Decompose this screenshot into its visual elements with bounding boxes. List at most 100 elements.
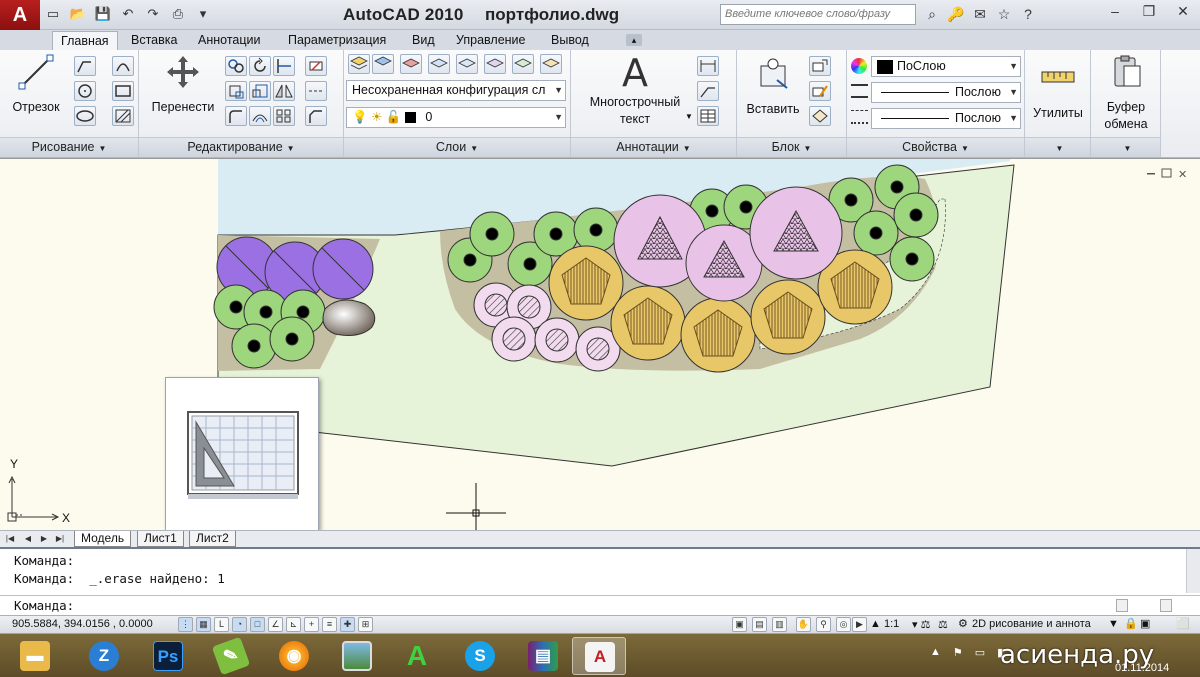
taskbar-firefox[interactable]: ◉	[267, 637, 321, 675]
grid-toggle-icon[interactable]: ▦	[196, 617, 211, 632]
move-button[interactable]: Перенести	[143, 54, 223, 116]
lineweight-combo[interactable]: Послою ▼	[871, 108, 1021, 129]
tab-model[interactable]: Модель	[74, 531, 132, 547]
layer-match-icon[interactable]	[400, 54, 422, 74]
utilities-panel-title[interactable]: ▼	[1025, 137, 1090, 157]
lineweight-icon[interactable]	[851, 110, 868, 124]
taskbar-explorer[interactable]: ▬	[8, 637, 62, 675]
workspace-dropdown-icon[interactable]: ▼	[1108, 618, 1119, 630]
dimension-icon[interactable]	[697, 56, 719, 76]
layer-state-icon[interactable]	[372, 54, 394, 74]
binoculars-icon[interactable]: ⌕	[922, 4, 942, 24]
application-menu-button[interactable]: A	[0, 0, 40, 30]
clean-screen-icon[interactable]: ⬜	[1176, 617, 1190, 630]
drawing-area[interactable]: ✕ Y X	[0, 158, 1200, 531]
tab-insert[interactable]: Вставка	[123, 31, 185, 50]
ducs-toggle-icon[interactable]: ⊾	[286, 617, 301, 632]
ellipse-icon[interactable]	[74, 106, 96, 126]
new-file-icon[interactable]: ▭	[42, 4, 64, 24]
circle-icon[interactable]	[74, 81, 96, 101]
tab-layout1[interactable]: Лист1	[137, 531, 184, 547]
annotation-panel-title[interactable]: Аннотации ▼	[571, 137, 736, 157]
command-hscroll-left[interactable]	[1116, 599, 1128, 612]
open-file-icon[interactable]: 📂	[67, 4, 89, 24]
mtext-button[interactable]: A Многострочный текст	[575, 52, 695, 128]
command-scrollbar[interactable]	[1186, 549, 1200, 593]
subscription-icon[interactable]: 🔑	[946, 4, 966, 24]
polar-toggle-icon[interactable]: ◔	[232, 617, 247, 632]
last-layout-icon[interactable]: ▶|	[54, 533, 66, 545]
pan-icon[interactable]: ✋	[796, 617, 811, 632]
layer-previous-icon[interactable]	[428, 54, 450, 74]
maximize-icon[interactable]: ❐	[1132, 0, 1166, 22]
tray-display-icon[interactable]: ▭	[975, 646, 985, 659]
ribbon-minimize-icon[interactable]: ▴	[626, 34, 642, 46]
taskbar-winrar[interactable]: ▤	[516, 637, 570, 675]
copy-icon[interactable]	[225, 56, 247, 76]
insert-block-button[interactable]: Вставить	[739, 56, 807, 118]
plot-icon[interactable]: ⎙	[167, 4, 189, 24]
command-window[interactable]: Команда: Команда: _.erase найдено: 1 Ком…	[0, 547, 1200, 616]
ortho-toggle-icon[interactable]: L	[214, 617, 229, 632]
hatch-icon[interactable]	[112, 106, 134, 126]
layer-off-icon[interactable]	[512, 54, 534, 74]
tab-output[interactable]: Вывод	[543, 31, 597, 50]
showmotion-icon[interactable]: ▶	[852, 617, 867, 632]
line-button[interactable]: Отрезок	[4, 54, 68, 116]
search-input[interactable]: Введите ключевое слово/фразу	[720, 4, 916, 25]
command-input[interactable]: Команда:	[0, 595, 1200, 616]
workspace-gear-icon[interactable]: ⚙	[958, 617, 968, 630]
create-block-icon[interactable]	[809, 56, 831, 76]
annotation-scale[interactable]: 1:1	[884, 618, 899, 630]
coordinates-readout[interactable]: 905.5884, 394.0156 , 0.0000	[12, 618, 153, 630]
layer-properties-icon[interactable]	[348, 54, 370, 74]
tab-home[interactable]: Главная	[52, 31, 118, 50]
erase-icon[interactable]	[305, 56, 327, 76]
qat-dropdown-icon[interactable]: ▾	[192, 4, 214, 24]
qp-toggle-icon[interactable]: ✚	[340, 617, 355, 632]
layer-lock-icon[interactable]	[540, 54, 562, 74]
chamfer-icon[interactable]	[305, 106, 327, 126]
clipboard-panel-title[interactable]: ▼	[1091, 137, 1160, 157]
tab-view[interactable]: Вид	[404, 31, 443, 50]
color-wheel-icon[interactable]	[851, 58, 867, 74]
annotation-scale-icon[interactable]: ▲	[870, 618, 881, 630]
block-panel-title[interactable]: Блок ▼	[737, 137, 846, 157]
tab-annotate[interactable]: Аннотации	[190, 31, 268, 50]
taskbar-autocad[interactable]: A	[572, 637, 626, 675]
layer-state-combo[interactable]: Несохраненная конфигурация сл ▼	[346, 80, 566, 101]
linetype-combo[interactable]: Послою ▼	[871, 82, 1021, 103]
draw-panel-title[interactable]: Рисование ▼	[0, 137, 138, 157]
offset-icon[interactable]	[249, 106, 271, 126]
edit-block-icon[interactable]	[809, 81, 831, 101]
linetype-icon[interactable]	[851, 84, 868, 98]
vp-close-icon[interactable]: ✕	[1178, 169, 1187, 181]
vp-minimize-icon[interactable]	[1147, 173, 1155, 175]
minimize-icon[interactable]: –	[1098, 0, 1132, 22]
hardware-accel-icon[interactable]: ▣	[1140, 617, 1150, 630]
tab-parametric[interactable]: Параметризация	[280, 31, 394, 50]
vp-restore-icon[interactable]	[1161, 168, 1172, 178]
layer-freeze-icon[interactable]	[484, 54, 506, 74]
color-combo[interactable]: ПоСлою ▼	[871, 56, 1021, 77]
lock-icon[interactable]: 🔒	[1124, 617, 1138, 630]
taskbar-image-viewer[interactable]	[330, 637, 384, 675]
snap-toggle-icon[interactable]: ⋮	[178, 617, 193, 632]
tray-flag-icon[interactable]: ⚑	[953, 646, 963, 659]
table-icon[interactable]	[697, 106, 719, 126]
communication-icon[interactable]: ✉	[970, 4, 990, 24]
annotation-visibility-icon[interactable]: ▾ ⚖	[912, 618, 930, 631]
trim-icon[interactable]	[273, 56, 295, 76]
tab-layout2[interactable]: Лист2	[189, 531, 236, 547]
taskbar-notepad[interactable]: ✎	[204, 636, 258, 676]
stretch-icon[interactable]	[225, 81, 247, 101]
layers-panel-title[interactable]: Слои ▼	[344, 137, 570, 157]
redo-icon[interactable]: ↷	[142, 4, 164, 24]
taskbar-zoho[interactable]: Z	[77, 637, 131, 675]
properties-panel-title[interactable]: Свойства ▼	[847, 137, 1024, 157]
prev-layout-icon[interactable]: ◀	[22, 533, 34, 545]
tab-manage[interactable]: Управление	[448, 31, 534, 50]
zoom-icon[interactable]: ⚲	[816, 617, 831, 632]
undo-icon[interactable]: ↶	[117, 4, 139, 24]
favorites-star-icon[interactable]: ☆	[994, 4, 1014, 24]
